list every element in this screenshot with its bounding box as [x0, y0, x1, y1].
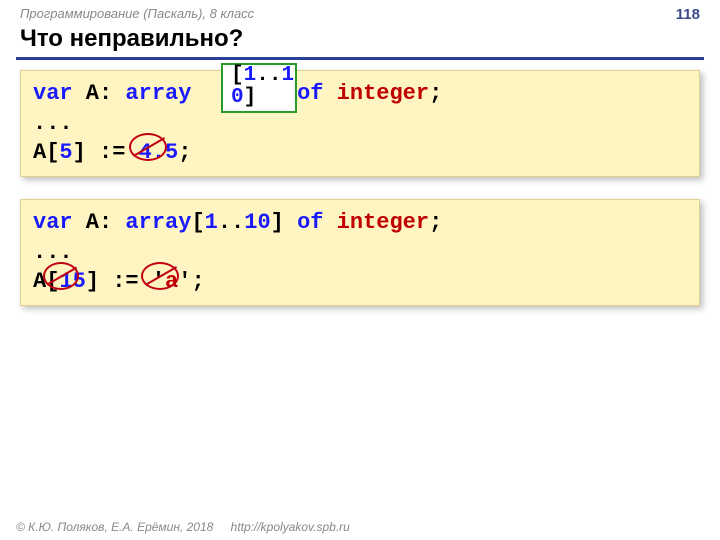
- footer-url: http://kpolyakov.spb.ru: [231, 520, 350, 534]
- code-line: var A: array of integer;: [33, 79, 687, 109]
- header: Программирование (Паскаль), 8 класс 118: [0, 0, 720, 25]
- code-line: ...: [33, 109, 687, 139]
- index-15: 15: [59, 269, 85, 294]
- code-line: A[5] := 4.5;: [33, 138, 687, 168]
- range-low: 1: [205, 210, 218, 235]
- code-block-1: var A: array of integer; ... A[5] := 4.5…: [20, 70, 700, 177]
- keyword-var: var: [33, 81, 73, 106]
- keyword-of: of: [297, 81, 323, 106]
- copyright: © К.Ю. Поляков, Е.А. Ерёмин, 2018: [16, 520, 213, 534]
- keyword-array: array: [125, 210, 191, 235]
- type-integer: integer: [337, 81, 429, 106]
- footer: © К.Ю. Поляков, Е.А. Ерёмин, 2018 http:/…: [16, 520, 350, 534]
- keyword-array: array: [125, 81, 191, 106]
- code-line: ...: [33, 238, 687, 268]
- range-high: 10: [244, 210, 270, 235]
- range-callout: [1..10]: [221, 63, 297, 113]
- page-title: Что неправильно?: [0, 25, 720, 57]
- keyword-var: var: [33, 210, 73, 235]
- code-block-2: var A: array[1..10] of integer; ... A[15…: [20, 199, 700, 306]
- title-divider: [16, 57, 704, 60]
- code-line: A[15] := 'a';: [33, 267, 687, 297]
- keyword-of: of: [297, 210, 323, 235]
- index-5: 5: [59, 140, 72, 165]
- page-number: 118: [676, 6, 700, 23]
- course-label: Программирование (Паскаль), 8 класс: [20, 6, 254, 23]
- type-integer: integer: [337, 210, 429, 235]
- char-a: a: [165, 269, 178, 294]
- code-line: var A: array[1..10] of integer;: [33, 208, 687, 238]
- value-4-5: 4.5: [139, 140, 179, 165]
